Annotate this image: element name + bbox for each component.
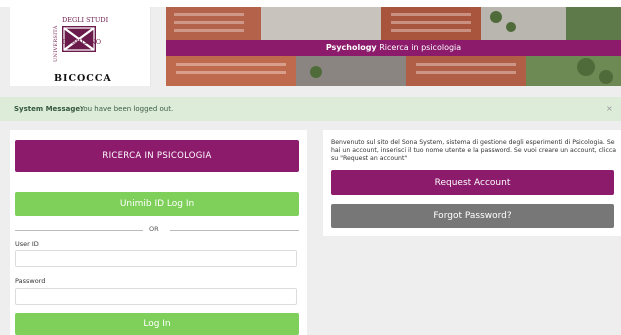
logo-name: BICOCCA xyxy=(54,73,112,84)
request-account-button[interactable]: Request Account xyxy=(331,170,614,195)
banner-title-text: Ricerca in psicologia xyxy=(379,43,462,52)
or-divider-right xyxy=(170,230,299,231)
login-button[interactable]: Log In xyxy=(15,313,299,335)
close-icon[interactable]: × xyxy=(606,97,613,121)
logo-side-text: UNIVERSITÀ xyxy=(53,25,59,63)
info-panel: Benvenuto sul sito del Sona System, sist… xyxy=(323,130,621,236)
forgot-password-button[interactable]: Forgot Password? xyxy=(331,204,614,228)
password-label: Password xyxy=(15,277,46,285)
login-panel: RICERCA IN PSICOLOGIA Unimib ID Log In O… xyxy=(10,130,307,335)
welcome-text: Benvenuto sul sito del Sona System, sist… xyxy=(331,139,617,162)
or-divider-left xyxy=(15,230,143,231)
banner-title: Psychology Ricerca in psicologia xyxy=(166,40,621,56)
password-input[interactable] xyxy=(15,288,297,305)
userid-label: User ID xyxy=(15,240,39,248)
university-logo: UNIVERSITÀ DEGLI STUDI DI MILANO BICOCCA xyxy=(10,7,151,86)
system-message-text: You have been logged out. xyxy=(80,105,174,113)
research-button[interactable]: RICERCA IN PSICOLOGIA xyxy=(15,140,299,172)
or-divider-text: OR xyxy=(149,225,159,233)
banner-title-strong: Psychology xyxy=(325,43,377,52)
system-message: System Message: You have been logged out… xyxy=(0,97,621,121)
top-bar xyxy=(0,0,621,7)
system-message-label: System Message: xyxy=(14,105,83,113)
logo-emblem-icon xyxy=(62,26,96,52)
userid-input[interactable] xyxy=(15,250,297,267)
unimib-login-button[interactable]: Unimib ID Log In xyxy=(15,192,299,216)
logo-mid-text: DI MILANO xyxy=(62,38,102,46)
header-banner: Psychology Ricerca in psicologia xyxy=(166,7,621,86)
